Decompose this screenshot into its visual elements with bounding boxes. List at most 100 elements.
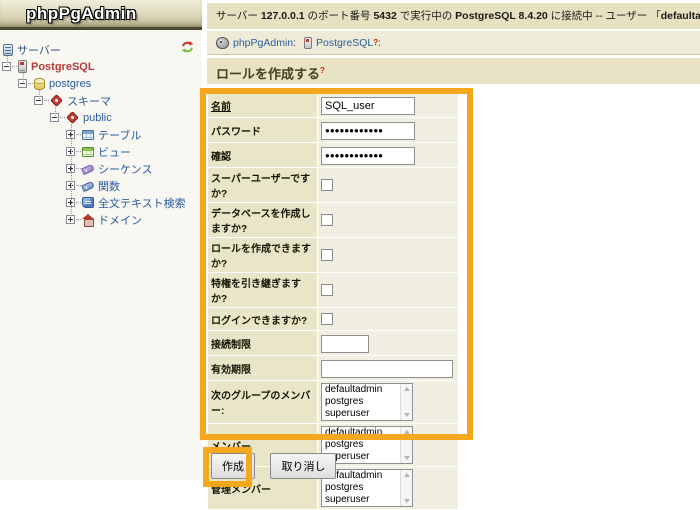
server-icon [304, 36, 313, 49]
form-label-confirm: 確認 [208, 143, 317, 167]
select-option-postgres[interactable]: postgres [322, 396, 412, 408]
tree-item-public[interactable]: public [0, 109, 202, 126]
tree-item-postgres[interactable]: postgres [0, 75, 202, 92]
tree-item-label: 全文テキスト検索 [98, 197, 186, 210]
content-frame: サーバー 127.0.0.1 のポート番号 5432 で実行中の Postgre… [204, 0, 700, 509]
phppgadmin-elephant-icon [216, 36, 229, 49]
create-role-form: 名前パスワード確認スーパーユーザーですか? データベースを作成しますか? ロールを作… [207, 92, 459, 510]
select-scrollbar[interactable] [400, 470, 412, 506]
tree-item-label: テーブル [98, 129, 142, 142]
page-title: ロールを作成する? [207, 58, 700, 84]
select-option-defaultadmin[interactable]: defaultadmin [322, 384, 412, 396]
form-label-text: 確認 [211, 151, 231, 163]
select-option-superuser[interactable]: superuser [322, 494, 412, 506]
tree-connector [23, 73, 24, 82]
form-control-cell-expiry [318, 356, 458, 380]
tree-item-label: ビュー [98, 146, 131, 159]
superuser-checkbox[interactable] [321, 178, 333, 191]
tree-item-関数[interactable]: 関数 [0, 177, 202, 194]
server-icon [18, 60, 27, 73]
form-control-cell-connlimit [318, 331, 458, 355]
expiry-input[interactable] [321, 359, 453, 378]
fts-icon [82, 197, 94, 208]
form-row-memberof: 次のグループのメンバー: defaultadmin postgres superuse… [208, 381, 458, 423]
select-option-superuser[interactable]: superuser [322, 408, 412, 420]
tree-connector [12, 66, 17, 67]
form-label-createdb: データベースを作成しますか? [208, 203, 317, 237]
form-row-createdb: データベースを作成しますか? [208, 203, 458, 237]
tree-item-label: ドメイン [98, 214, 142, 227]
tree-item-PostgreSQL[interactable]: PostgreSQL [0, 58, 202, 75]
breadcrumb-separator: : [378, 36, 382, 49]
select-scrollbar[interactable] [400, 427, 412, 463]
tree-connector [7, 56, 8, 65]
form-label-text[interactable]: 名前 [211, 102, 231, 113]
form-control-cell-createrole [318, 238, 458, 272]
tree-item-スキーマ[interactable]: スキーマ [0, 92, 202, 109]
form-control-cell-confirm [318, 143, 458, 167]
object-tree: サーバー PostgreSQL postgres スキーマ public テーブルビューシ… [0, 41, 202, 228]
form-label-text: 有効期限 [211, 364, 251, 376]
form-label-password: パスワード [208, 118, 317, 142]
breadcrumb: phpPgAdmin : PostgreSQL ? : [207, 31, 700, 55]
form-row-superuser: スーパーユーザーですか? [208, 168, 458, 202]
tree-item-テーブル[interactable]: テーブル [0, 126, 202, 143]
tree-connector [76, 202, 81, 203]
memberof-multiselect[interactable]: defaultadmin postgres superuser [321, 383, 413, 421]
connlimit-input[interactable] [321, 334, 369, 353]
app-logo: phpPgAdmin [26, 4, 137, 23]
view-icon [82, 146, 94, 157]
tree-connector [76, 151, 81, 152]
server-status-segment: PostgreSQL 8.4.20 [455, 10, 548, 22]
tree-item-ドメイン[interactable]: ドメイン [0, 211, 202, 228]
password-input[interactable] [321, 121, 415, 140]
form-label-login: ログインできますか? [208, 308, 317, 330]
form-label-text: データベースを作成しますか? [211, 209, 311, 235]
breadcrumb-server-link[interactable]: PostgreSQL [316, 37, 373, 49]
create-button[interactable]: 作成 [211, 453, 255, 479]
schema-icon [66, 111, 79, 124]
form-label-text: スーパーユーザーですか? [211, 174, 311, 200]
tree-item-label: サーバー [17, 44, 61, 57]
createrole-checkbox[interactable] [321, 248, 333, 261]
logo-banner: phpPgAdmin [0, 0, 202, 30]
schema-icon [50, 94, 63, 107]
form-label-name: 名前 [208, 93, 317, 117]
server-status-segment: サーバー [216, 10, 261, 22]
form-label-superuser: スーパーユーザーですか? [208, 168, 317, 202]
server-status-segment: のポート番号 [304, 10, 374, 22]
form-label-text: パスワード [211, 126, 261, 138]
inherit-checkbox[interactable] [321, 283, 333, 296]
form-label-connlimit: 接続制限 [208, 331, 317, 355]
sequence-icon [81, 163, 95, 176]
breadcrumb-separator: : [293, 36, 297, 49]
createdb-checkbox[interactable] [321, 213, 333, 226]
form-control-cell-memberof: defaultadmin postgres superuser [318, 381, 458, 423]
tree-expander-plus-icon[interactable] [66, 215, 75, 224]
tree-item-label: スキーマ [67, 95, 111, 108]
tree-item-全文テキスト検索[interactable]: 全文テキスト検索 [0, 194, 202, 211]
tree-connector [55, 107, 56, 116]
form-control-cell-name [318, 93, 458, 117]
tree-connector [39, 90, 40, 99]
server-status-segment: で実行中の [396, 10, 456, 22]
form-label-text: メンバー [211, 441, 251, 453]
select-option-postgres[interactable]: postgres [322, 482, 412, 494]
select-scrollbar[interactable] [400, 384, 412, 420]
page-title-help-link[interactable]: ? [320, 66, 325, 75]
select-option-defaultadmin[interactable]: defaultadmin [322, 427, 412, 439]
tree-item-label: PostgreSQL [31, 60, 95, 73]
server-status-segment: 127.0.0.1 [260, 10, 305, 22]
breadcrumb-phppgadmin-link[interactable]: phpPgAdmin [233, 37, 293, 49]
tree-connector [28, 83, 33, 84]
confirm-input[interactable] [321, 146, 415, 165]
tree-item-シーケンス[interactable]: シーケンス [0, 160, 202, 177]
form-label-text: 次のグループのメンバー: [211, 391, 311, 417]
login-checkbox[interactable] [321, 312, 333, 325]
form-control-cell-login [318, 308, 458, 330]
tree-item-サーバー[interactable]: サーバー [0, 41, 202, 58]
name-input[interactable] [321, 96, 415, 115]
select-option-postgres[interactable]: postgres [322, 439, 412, 451]
cancel-button[interactable]: 取り消し [270, 453, 337, 479]
tree-item-ビュー[interactable]: ビュー [0, 143, 202, 160]
